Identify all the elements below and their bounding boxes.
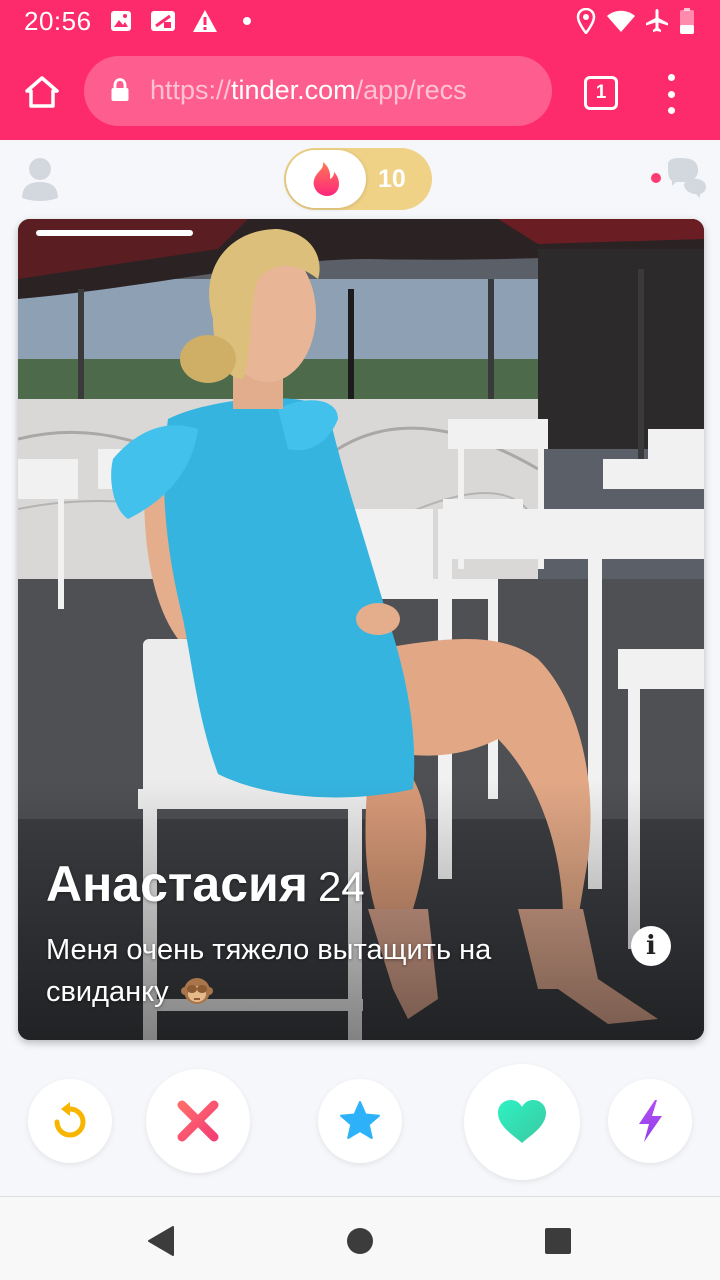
url-path: /app/recs [355, 75, 467, 105]
back-button[interactable] [140, 1221, 180, 1261]
address-bar[interactable]: https://tinder.com/app/recs [84, 56, 552, 126]
profile-bio-text: Меня очень тяжело вытащить на свиданку [46, 934, 492, 1008]
gallery-icon [110, 8, 132, 34]
recents-button[interactable] [538, 1221, 578, 1261]
messages-button[interactable] [650, 158, 706, 202]
system-nav-bar [0, 1196, 720, 1280]
super-like-count: 10 [378, 165, 406, 193]
tab-count: 1 [595, 82, 607, 103]
menu-dot-icon [667, 90, 675, 98]
tinder-gold-toggle[interactable]: 10 [284, 148, 432, 210]
airplane-mode-icon [644, 8, 670, 34]
info-icon: i [646, 931, 656, 961]
profile-age: 24 [317, 863, 365, 910]
url-text: https://tinder.com/app/recs [150, 75, 467, 106]
profile-card[interactable]: Анастасия 24 Меня очень тяжело вытащить н… [18, 219, 704, 1040]
super-like-button[interactable] [318, 1079, 402, 1163]
app-header: 10 [0, 140, 720, 218]
rewind-icon [54, 1102, 86, 1138]
card-name-row: Анастасия 24 [46, 855, 365, 913]
menu-dot-icon [667, 107, 675, 114]
heart-icon [498, 1100, 546, 1143]
nope-button[interactable] [146, 1069, 250, 1173]
star-icon [340, 1101, 380, 1139]
home-circle-icon [347, 1228, 373, 1254]
screenshot-icon [150, 8, 176, 34]
browser-toolbar: https://tinder.com/app/recs 1 [0, 44, 720, 140]
battery-low-icon [680, 8, 694, 34]
chat-icon [651, 158, 706, 198]
see-no-evil-monkey-icon [180, 975, 213, 1019]
toggle-knob [286, 150, 366, 208]
tinder-flame-icon [313, 162, 339, 196]
rewind-button[interactable] [28, 1079, 112, 1163]
boost-button[interactable] [608, 1079, 692, 1163]
recents-square-icon [545, 1228, 571, 1254]
home-nav-button[interactable] [340, 1221, 380, 1261]
browser-menu-button[interactable] [660, 74, 682, 114]
dot-icon [242, 8, 252, 34]
home-button[interactable] [18, 68, 66, 116]
warning-icon [192, 8, 218, 34]
like-button[interactable] [464, 1064, 580, 1180]
info-button[interactable]: i [631, 926, 671, 966]
home-icon [25, 76, 59, 108]
status-time: 20:56 [24, 6, 92, 36]
url-scheme: https:// [150, 75, 232, 105]
lightning-icon [639, 1100, 662, 1142]
profile-button[interactable] [20, 156, 60, 202]
back-triangle-icon [148, 1226, 174, 1256]
action-buttons [0, 1060, 720, 1190]
profile-name: Анастасия [46, 856, 308, 912]
location-icon [576, 8, 596, 34]
lock-icon [110, 78, 130, 107]
menu-dot-icon [667, 74, 675, 81]
photo-indicator [36, 230, 193, 236]
url-host: tinder.com [231, 75, 356, 105]
tab-switcher-button[interactable]: 1 [584, 76, 618, 110]
wifi-icon [606, 8, 636, 34]
profile-bio: Меня очень тяжело вытащить на свиданку [46, 929, 606, 1019]
user-icon [22, 158, 58, 201]
x-icon [177, 1100, 219, 1142]
status-bar: 20:56 [0, 0, 720, 44]
